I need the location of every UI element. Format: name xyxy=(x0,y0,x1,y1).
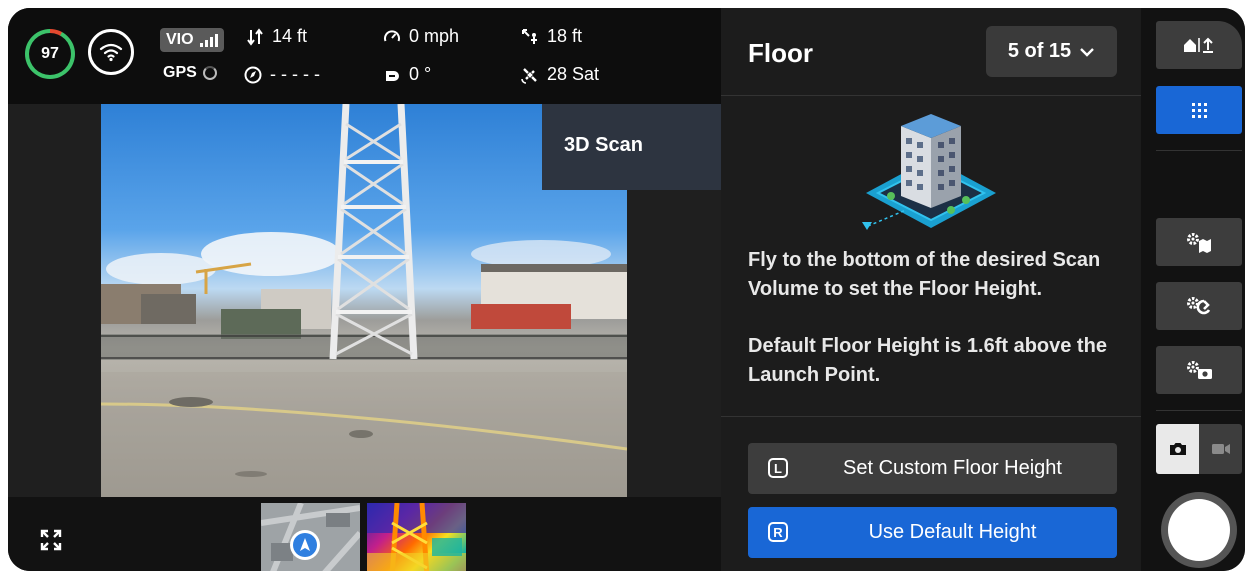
rail-divider xyxy=(1156,410,1242,411)
key-l-badge: L xyxy=(768,458,788,478)
compass-icon xyxy=(244,66,262,83)
vio-status: VIO xyxy=(160,28,224,52)
key-r-badge: R xyxy=(768,522,788,542)
speed-readout: 0 mph xyxy=(383,26,459,47)
satellite-readout: 28 Sat xyxy=(521,64,599,85)
shutter-button[interactable] xyxy=(1161,492,1237,568)
expand-icon[interactable] xyxy=(40,529,62,551)
camera-settings-button[interactable] xyxy=(1156,346,1242,394)
camera-icon xyxy=(1169,443,1186,455)
gps-label: GPS xyxy=(163,64,197,81)
battery-level: 97 xyxy=(29,33,71,75)
bottom-bar xyxy=(8,497,721,571)
video-icon xyxy=(1211,444,1230,454)
instruction-text: Fly to the bottom of the desired Scan Vo… xyxy=(748,249,1101,300)
building-scan-illustration xyxy=(862,114,996,230)
video-mode-button[interactable] xyxy=(1199,424,1242,474)
grid-view-button[interactable] xyxy=(1156,86,1242,134)
distance-icon xyxy=(522,28,537,44)
panel-title: Floor xyxy=(748,38,813,68)
altitude-readout: 14 ft xyxy=(246,26,307,47)
photo-mode-button[interactable] xyxy=(1156,424,1199,474)
shutter-button-inner xyxy=(1168,499,1230,561)
capture-mode-toggle xyxy=(1156,424,1242,474)
gps-status: GPS xyxy=(163,64,217,82)
telemetry-bar: 97 VIO GPS 14 ft - - - - - 0 mph 0 ° 18 … xyxy=(8,8,721,104)
return-home-button[interactable] xyxy=(1156,21,1242,69)
speed-value: 0 mph xyxy=(409,26,460,46)
panel-divider xyxy=(721,95,1141,96)
grid-icon xyxy=(1192,103,1207,118)
signal-bars-icon xyxy=(199,33,218,47)
panel-divider xyxy=(721,416,1141,417)
chevron-down-icon xyxy=(1080,47,1095,57)
gimbal-value: 0 ° xyxy=(409,64,432,84)
map-thumbnail-image xyxy=(261,503,360,571)
gear-drone-icon xyxy=(1187,297,1211,315)
gear-map-icon xyxy=(1187,233,1211,253)
heading-value: - - - - - xyxy=(270,64,320,84)
home-icon xyxy=(1184,37,1213,53)
step-counter-dropdown[interactable]: 5 of 15 xyxy=(986,26,1117,77)
scan-mode-label: 3D Scan xyxy=(542,104,721,190)
map-thumbnail[interactable] xyxy=(261,503,360,571)
use-default-height-label: Use Default Height xyxy=(868,521,1037,543)
default-height-text: Default Floor Height is 1.6ft above the … xyxy=(748,335,1107,386)
use-default-height-button[interactable]: R Use Default Height xyxy=(748,507,1117,558)
wifi-icon xyxy=(88,29,134,75)
set-custom-floor-height-button[interactable]: L Set Custom Floor Height xyxy=(748,443,1117,494)
video-area: 97 VIO GPS 14 ft - - - - - 0 mph 0 ° 18 … xyxy=(8,8,721,571)
gps-loading-icon xyxy=(202,66,217,80)
gimbal-icon xyxy=(386,70,399,81)
app-frame: 97 VIO GPS 14 ft - - - - - 0 mph 0 ° 18 … xyxy=(8,8,1245,571)
control-rail xyxy=(1141,8,1245,571)
flight-settings-button[interactable] xyxy=(1156,282,1242,330)
heading-readout: - - - - - xyxy=(244,64,320,85)
step-counter-text: 5 of 15 xyxy=(1007,40,1072,62)
rail-divider xyxy=(1156,150,1242,151)
satellite-icon xyxy=(521,67,537,84)
battery-indicator: 97 xyxy=(25,29,75,79)
distance-readout: 18 ft xyxy=(521,26,582,47)
altitude-icon xyxy=(247,27,263,46)
map-settings-button[interactable] xyxy=(1156,218,1242,266)
vio-label: VIO xyxy=(166,31,194,48)
instruction-panel: Floor 5 of 15 Fly to the bottom of the d… xyxy=(721,8,1141,571)
set-custom-floor-height-label: Set Custom Floor Height xyxy=(843,457,1062,479)
satellite-value: 28 Sat xyxy=(547,64,600,84)
thermal-thumbnail-image xyxy=(367,503,466,571)
thermal-thumbnail[interactable] xyxy=(367,503,466,571)
scan-mode-text: 3D Scan xyxy=(564,134,643,156)
distance-value: 18 ft xyxy=(547,26,583,46)
gimbal-readout: 0 ° xyxy=(383,64,431,85)
altitude-value: 14 ft xyxy=(272,26,308,46)
gear-camera-icon xyxy=(1187,361,1212,379)
speedometer-icon xyxy=(384,29,400,41)
